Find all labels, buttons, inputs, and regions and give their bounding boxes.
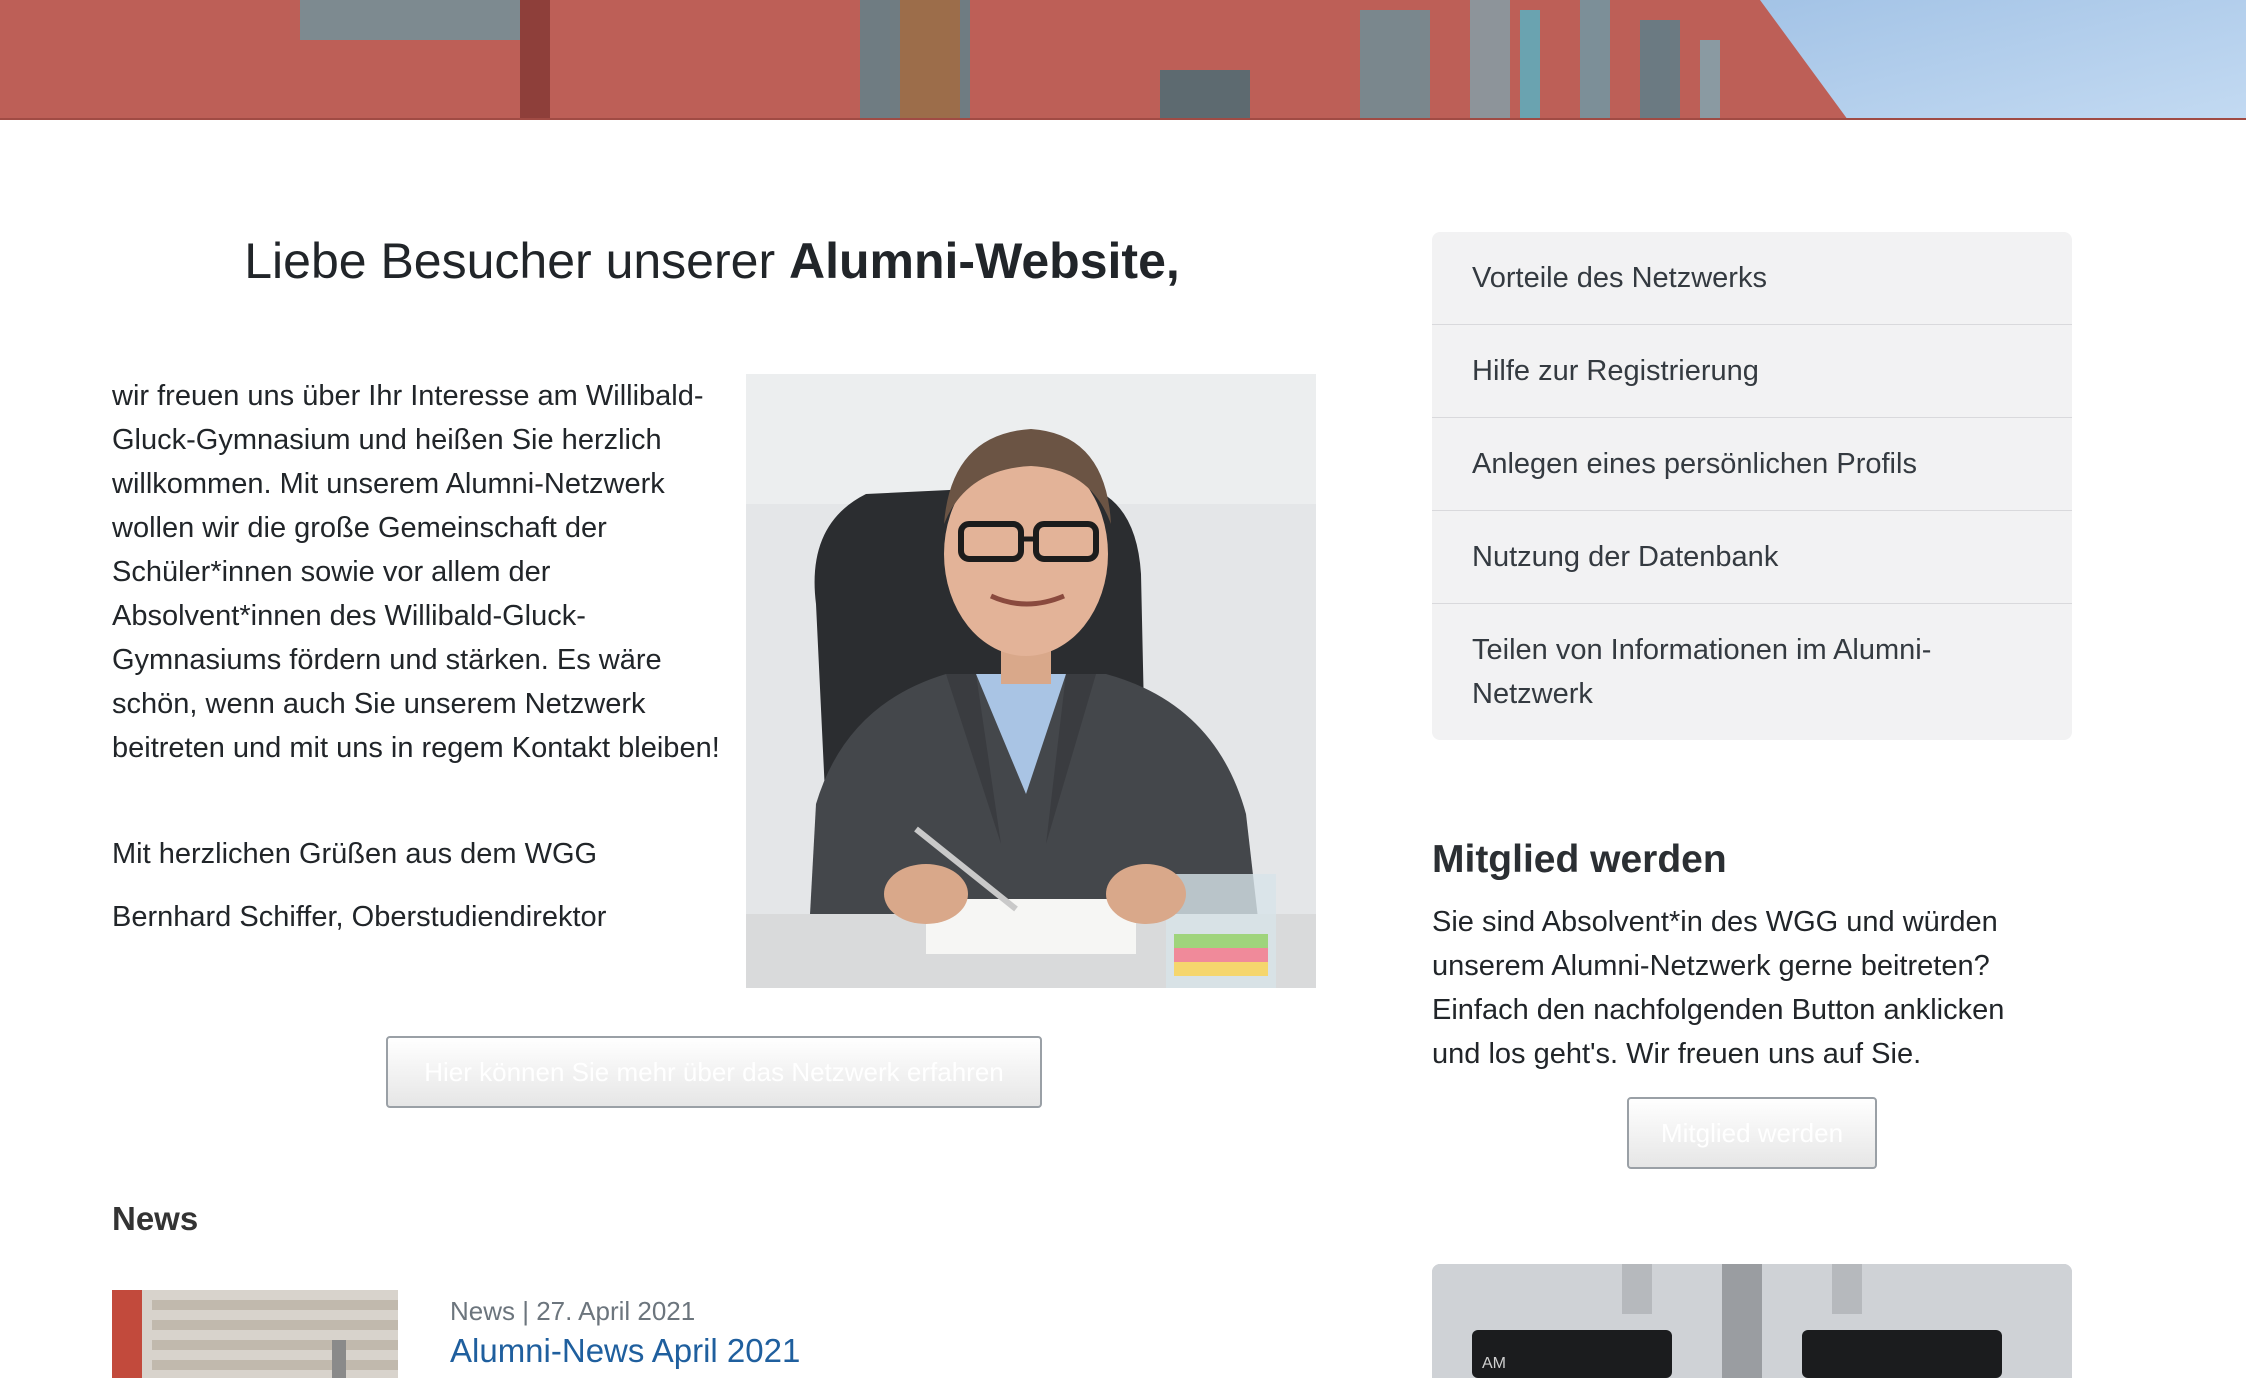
svg-text:AM: AM: [1482, 1355, 1506, 1372]
learn-more-network-button[interactable]: Hier können Sie mehr über das Netzwerk e…: [386, 1036, 1042, 1108]
flip-clock-image: AM: [1432, 1264, 2072, 1378]
news-thumbnail-image[interactable]: [112, 1290, 398, 1378]
sidebar-item-share-information[interactable]: Teilen von Informationen im Alumni-Netzw…: [1432, 604, 2072, 740]
news-heading: News: [112, 1200, 199, 1237]
membership-heading: Mitglied werden: [1432, 838, 1727, 881]
sidebar-item-benefits[interactable]: Vorteile des Netzwerks: [1432, 232, 2072, 325]
principal-portrait-image: [746, 374, 1316, 988]
news-item-meta: News | 27. April 2021: [450, 1296, 696, 1326]
header-banner-image: [0, 0, 2246, 120]
welcome-intro-text: wir freuen uns über Ihr Interesse am Wil…: [112, 380, 720, 764]
welcome-title-bold: Alumni-Website,: [789, 233, 1180, 289]
sidebar-item-create-profile[interactable]: Anlegen eines persönlichen Profils: [1432, 418, 2072, 511]
greeting-text: Mit herzlichen Grüßen aus dem WGG: [112, 838, 598, 870]
signature-text: Bernhard Schiffer, Oberstudiendirektor: [112, 901, 607, 933]
news-item-title-link[interactable]: Alumni-News April 2021: [450, 1332, 800, 1370]
welcome-title: Liebe Besucher unserer Alumni-Website,: [112, 232, 1312, 290]
become-member-button[interactable]: Mitglied werden: [1627, 1097, 1877, 1169]
membership-text: Sie sind Absolvent*in des WGG und würden…: [1432, 906, 2005, 1070]
welcome-title-prefix: Liebe Besucher unserer: [244, 233, 789, 289]
sidebar-item-registration-help[interactable]: Hilfe zur Registrierung: [1432, 325, 2072, 418]
sidebar-help-list: Vorteile des Netzwerks Hilfe zur Registr…: [1432, 232, 2072, 740]
sidebar-item-database-usage[interactable]: Nutzung der Datenbank: [1432, 511, 2072, 604]
